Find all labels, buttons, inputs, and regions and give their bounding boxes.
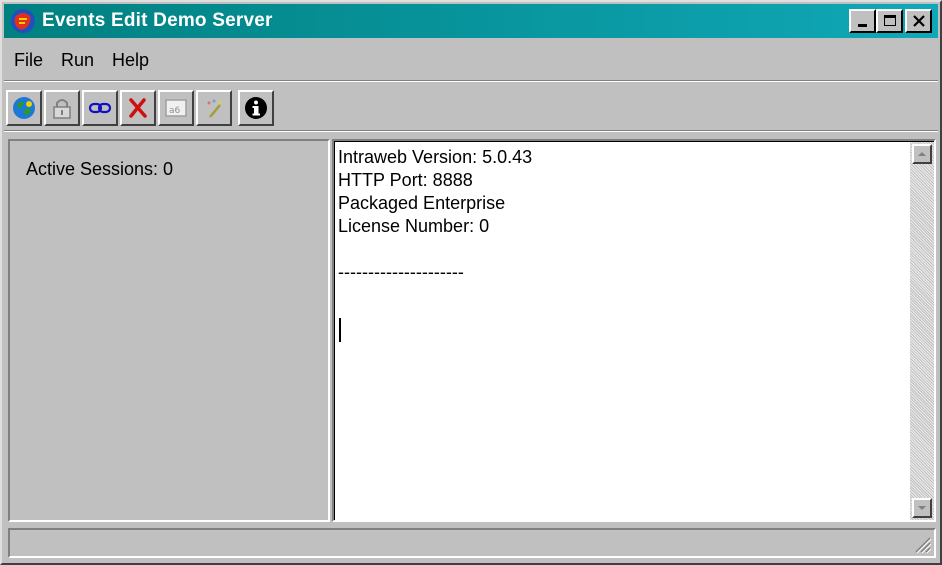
log-text: Intraweb Version: 5.0.43 HTTP Port: 8888…: [338, 146, 532, 284]
browser-icon: [13, 97, 35, 119]
about-button[interactable]: [238, 90, 274, 126]
wand-icon: [207, 99, 222, 118]
sessions-panel: Active Sessions: 0: [8, 139, 330, 522]
delete-button[interactable]: [120, 90, 156, 126]
menu-file[interactable]: File: [4, 50, 52, 71]
minimize-icon: [857, 24, 867, 27]
arrow-down-icon: [918, 506, 926, 510]
arrow-up-icon: [918, 152, 926, 156]
lock-icon: [53, 99, 71, 119]
maximize-button[interactable]: [876, 9, 903, 33]
active-sessions-label: Active Sessions: 0: [26, 159, 174, 179]
menu-bar: File Run Help: [4, 42, 938, 78]
open-browser-button[interactable]: [6, 90, 42, 126]
app-icon: [11, 9, 35, 33]
minimize-button[interactable]: [849, 9, 876, 33]
title-bar[interactable]: Events Edit Demo Server: [4, 4, 938, 38]
svg-text:a6: a6: [169, 106, 181, 116]
main-window: Events Edit Demo Server File Run Help a6…: [0, 0, 942, 565]
vertical-scrollbar[interactable]: [910, 142, 934, 520]
text-caret: [339, 318, 341, 342]
log-line: Packaged Enterprise: [338, 193, 506, 213]
log-line: ---------------------: [338, 262, 464, 282]
status-bar: [8, 528, 936, 558]
maximize-icon: [883, 15, 896, 26]
close-icon: [912, 15, 925, 27]
toolbar-separator: [4, 130, 938, 132]
window-title: Events Edit Demo Server: [42, 10, 273, 31]
toolbar: a6: [6, 88, 276, 128]
delete-icon: [129, 98, 147, 118]
menu-help[interactable]: Help: [103, 50, 158, 71]
menu-run[interactable]: Run: [52, 50, 103, 71]
link-icon: [88, 102, 112, 114]
log-line: HTTP Port: 8888: [338, 170, 473, 190]
scroll-up-button[interactable]: [912, 144, 932, 164]
close-button[interactable]: [905, 9, 932, 33]
link-button[interactable]: [82, 90, 118, 126]
counter-icon: a6: [165, 99, 187, 117]
scroll-down-button[interactable]: [912, 498, 932, 518]
resize-grip-icon[interactable]: [910, 532, 932, 554]
log-memo[interactable]: Intraweb Version: 5.0.43 HTTP Port: 8888…: [332, 139, 936, 522]
log-line: License Number: 0: [338, 216, 490, 236]
lock-button[interactable]: [44, 90, 80, 126]
menu-separator: [4, 80, 938, 82]
counter-button[interactable]: a6: [158, 90, 194, 126]
info-icon: [245, 97, 267, 119]
wand-button[interactable]: [196, 90, 232, 126]
log-line: Intraweb Version: 5.0.43: [338, 147, 533, 167]
